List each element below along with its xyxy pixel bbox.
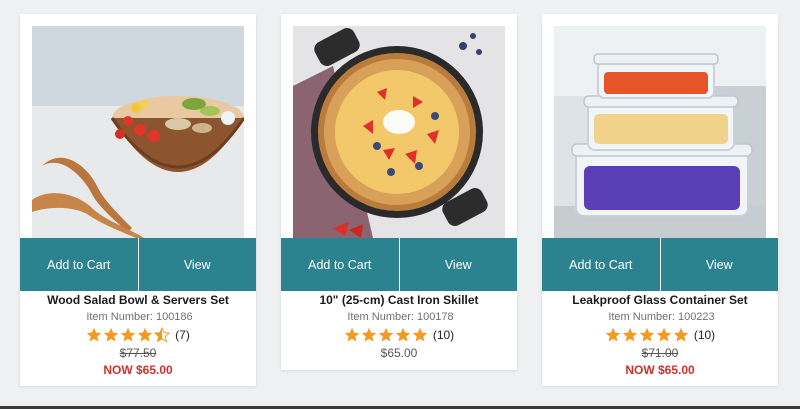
price: $65.00 [380,346,418,360]
item-number: Item Number: 100186 [86,311,193,323]
star-icon [344,327,360,342]
star-icon [120,327,136,342]
add-to-cart-button[interactable]: Add to Cart [20,238,138,291]
star-rating [344,327,428,343]
sale-price: NOW $65.00 [103,363,173,377]
star-icon [622,327,638,342]
star-rating [605,327,689,343]
star-icon [378,327,394,342]
add-to-cart-button[interactable]: Add to Cart [281,238,399,291]
product-title[interactable]: Leakproof Glass Container Set [542,293,778,308]
product-image-glass-containers[interactable] [554,26,766,238]
product-card: Add to Cart View Leakproof Glass Contain… [542,14,778,386]
product-image-cast-iron-skillet[interactable] [293,26,505,238]
star-icon [395,327,411,342]
sale-price: NOW $65.00 [625,363,695,377]
star-icon [137,327,153,342]
rating: (10) [542,325,778,345]
rating: (10) [281,325,517,345]
original-price: $71.00 [641,346,679,360]
star-icon [412,327,428,342]
original-price: $77.50 [119,346,157,360]
product-title[interactable]: 10" (25-cm) Cast Iron Skillet [281,293,517,308]
view-button[interactable]: View [137,238,256,291]
half-star-icon [154,327,171,343]
item-number: Item Number: 100223 [608,311,715,323]
product-title[interactable]: Wood Salad Bowl & Servers Set [20,293,256,308]
star-icon [605,327,621,342]
star-icon [86,327,102,342]
card-actions: Add to Cart View [542,238,778,291]
add-to-cart-button[interactable]: Add to Cart [542,238,660,291]
card-actions: Add to Cart View [20,238,256,291]
star-icon [639,327,655,342]
star-icon [361,327,377,342]
review-count[interactable]: (10) [433,328,454,342]
view-button[interactable]: View [398,238,517,291]
review-count[interactable]: (7) [175,328,190,342]
product-card: Add to Cart View 10" (25-cm) Cast Iron S… [281,14,517,370]
review-count[interactable]: (10) [694,328,715,342]
rating: (7) [20,325,256,345]
star-icon [673,327,689,342]
star-icon [103,327,119,342]
item-number: Item Number: 100178 [347,311,454,323]
card-actions: Add to Cart View [281,238,517,291]
star-icon [656,327,672,342]
star-rating [86,327,171,343]
product-image-salad-bowl[interactable] [32,26,244,238]
product-card: Add to Cart View Wood Salad Bowl & Serve… [20,14,256,386]
view-button[interactable]: View [659,238,778,291]
